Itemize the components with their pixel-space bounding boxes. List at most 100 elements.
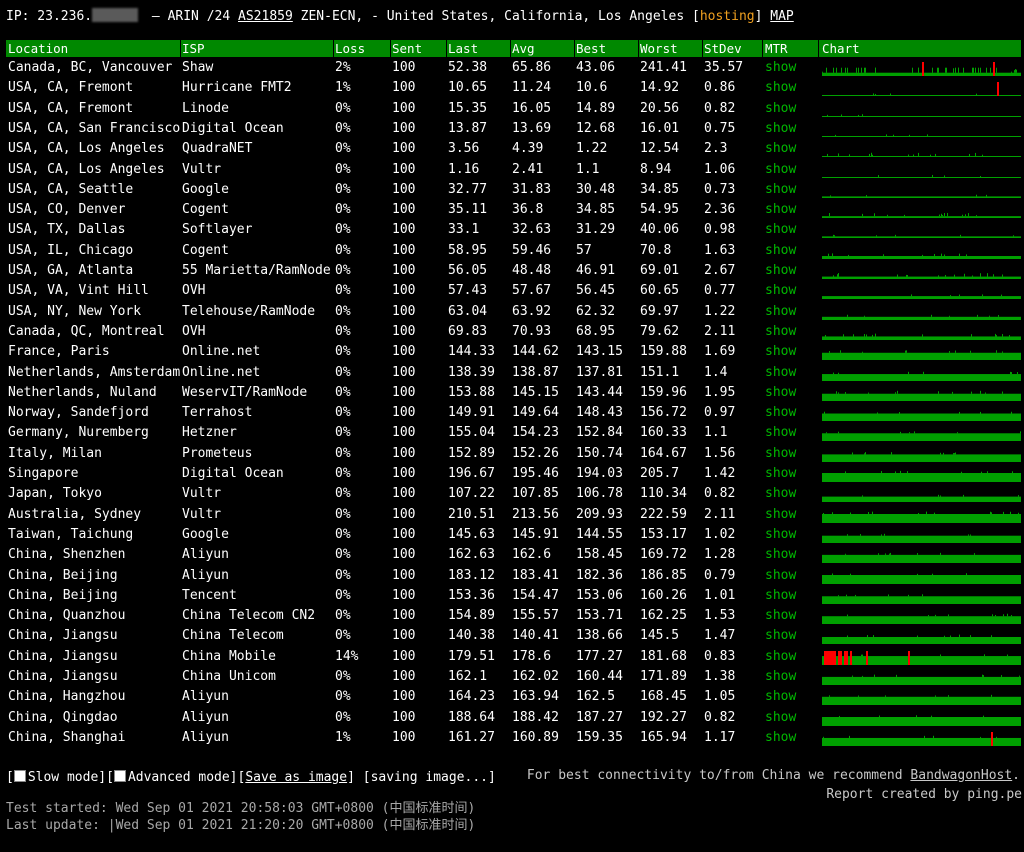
chart-spike xyxy=(897,390,898,394)
mtr-show-link[interactable]: show xyxy=(765,687,820,707)
mtr-show-link[interactable]: show xyxy=(765,626,820,646)
cell-stdev: 1.05 xyxy=(704,689,736,705)
advanced-mode-checkbox[interactable] xyxy=(113,770,126,782)
cell-last: 153.88 xyxy=(448,384,495,400)
mtr-show-link[interactable]: show xyxy=(765,78,820,98)
mtr-show-link[interactable]: show xyxy=(765,484,820,504)
latency-chart xyxy=(822,411,1021,422)
mtr-show-link[interactable]: show xyxy=(765,200,820,220)
chart-baseline xyxy=(822,373,1021,381)
chart-spike xyxy=(872,154,873,157)
mtr-show-link[interactable]: show xyxy=(765,99,820,119)
mtr-show-link[interactable]: show xyxy=(765,606,820,626)
chart-spike xyxy=(885,553,886,556)
chart-spike xyxy=(1017,371,1018,374)
cell-best: 1.22 xyxy=(576,141,608,157)
cell-stdev: 1.17 xyxy=(704,729,736,745)
cell-worst: 164.67 xyxy=(640,445,687,461)
chart-spike xyxy=(986,194,987,197)
chart-spike xyxy=(973,67,974,73)
mtr-show-link[interactable]: show xyxy=(765,464,820,484)
table-row: USA, CO, Denver Cogent 0% 100 35.11 36.8 34.85… xyxy=(6,200,1021,220)
cell-stdev: 1.28 xyxy=(704,547,736,563)
cell-loss: 0% xyxy=(335,709,351,725)
mtr-show-link[interactable]: show xyxy=(765,160,820,180)
chart-spike xyxy=(966,572,967,575)
asn-link[interactable]: AS21859 xyxy=(238,9,293,24)
slow-mode-checkbox[interactable] xyxy=(13,770,26,782)
cell-location: Netherlands, Nuland xyxy=(8,384,157,400)
save-as-image-link[interactable]: Save as image xyxy=(245,770,347,785)
mtr-show-link[interactable]: show xyxy=(765,525,820,545)
mtr-show-link[interactable]: show xyxy=(765,281,820,301)
chart-spike xyxy=(975,67,976,73)
chart-spike xyxy=(911,294,912,297)
mtr-show-link[interactable]: show xyxy=(765,180,820,200)
mtr-show-link[interactable]: show xyxy=(765,261,820,281)
mtr-show-link[interactable]: show xyxy=(765,545,820,565)
cell-worst: 20.56 xyxy=(640,100,680,116)
chart-spike xyxy=(855,594,856,597)
slow-mode-label: Slow mode] xyxy=(27,770,107,785)
latency-chart xyxy=(822,152,1021,158)
cell-avg: 154.47 xyxy=(512,587,559,603)
mtr-show-link[interactable]: show xyxy=(765,728,820,748)
cell-isp: Google xyxy=(182,181,229,197)
chart-spike xyxy=(1011,71,1012,73)
cell-avg: 16.05 xyxy=(512,100,552,116)
chart-spike xyxy=(1014,70,1015,73)
cell-sent: 100 xyxy=(392,222,416,238)
chart-spike xyxy=(1011,411,1012,414)
cell-loss: 0% xyxy=(335,120,351,136)
cell-avg: 57.67 xyxy=(512,283,552,299)
chart-spike xyxy=(875,67,876,73)
cell-avg: 63.92 xyxy=(512,303,552,319)
chart-spike xyxy=(992,614,993,617)
mtr-show-link[interactable]: show xyxy=(765,322,820,342)
mtr-show-link[interactable]: show xyxy=(765,220,820,240)
mtr-show-link[interactable]: show xyxy=(765,667,820,687)
cell-isp: Google xyxy=(182,526,229,542)
mtr-show-link[interactable]: show xyxy=(765,342,820,362)
mtr-show-link[interactable]: show xyxy=(765,444,820,464)
mtr-show-link[interactable]: show xyxy=(765,566,820,586)
mtr-show-link[interactable]: show xyxy=(765,403,820,423)
table-row: Canada, QC, Montreal OVH 0% 100 69.83 70.93 68… xyxy=(6,322,1021,342)
chart-spike xyxy=(991,695,992,698)
mtr-show-link[interactable]: show xyxy=(765,647,820,667)
cell-avg: 183.41 xyxy=(512,567,559,583)
cell-loss: 0% xyxy=(335,141,351,157)
cell-loss: 0% xyxy=(335,100,351,116)
mtr-show-link[interactable]: show xyxy=(765,423,820,443)
chart-baseline xyxy=(822,496,1021,503)
chart-baseline xyxy=(822,473,1021,482)
mtr-show-link[interactable]: show xyxy=(765,139,820,159)
bandwagonhost-link[interactable]: BandwagonHost xyxy=(910,768,1012,783)
mtr-show-link[interactable]: show xyxy=(765,363,820,383)
chart-spike xyxy=(932,67,933,73)
mtr-show-link[interactable]: show xyxy=(765,505,820,525)
cell-isp: Digital Ocean xyxy=(182,466,284,481)
map-link[interactable]: MAP xyxy=(770,9,793,24)
mtr-show-link[interactable]: show xyxy=(765,58,820,78)
mtr-show-link[interactable]: show xyxy=(765,708,820,728)
mtr-show-link[interactable]: show xyxy=(765,302,820,322)
mtr-show-link[interactable]: show xyxy=(765,119,820,139)
mtr-show-link[interactable]: show xyxy=(765,586,820,606)
cell-best: 152.84 xyxy=(576,425,623,441)
saving-status: [saving image...] xyxy=(354,770,496,785)
chart-spike xyxy=(908,371,909,374)
chart-spike xyxy=(905,350,906,353)
column-header-location: Location xyxy=(8,41,69,56)
chart-spike xyxy=(996,334,997,337)
table-row: China, Shenzhen Aliyun 0% 100 162.63 162.6 158… xyxy=(6,545,1021,565)
chart-spike xyxy=(991,511,992,514)
chart-spike xyxy=(940,553,941,556)
mtr-show-link[interactable]: show xyxy=(765,383,820,403)
chart-spike xyxy=(884,533,885,536)
chart-spike xyxy=(932,174,933,177)
cell-location: China, Jiangsu xyxy=(8,669,118,684)
chart-spike xyxy=(847,67,848,73)
chart-spike xyxy=(849,154,850,157)
mtr-show-link[interactable]: show xyxy=(765,241,820,261)
